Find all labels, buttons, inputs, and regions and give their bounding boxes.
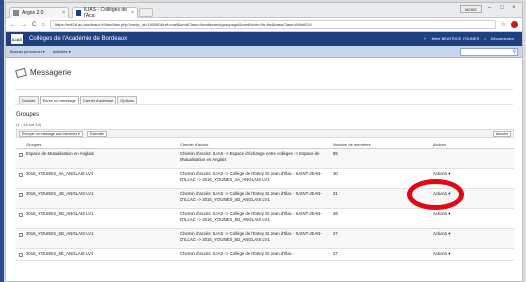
search-icon[interactable]: ⚲ [512,49,516,56]
row-checkbox[interactable] [19,173,23,177]
url-input[interactable]: https://ent2d.ac-bordeaux.fr/ilias/ilias… [49,20,496,29]
table-header: Groupes Chemin d'accès Nombre de membres… [16,141,514,149]
group-path: Chemin d'accès: ILIAS -> Collège de l'Es… [180,251,295,256]
execute-button[interactable]: Exécuter [87,131,107,137]
divider [15,104,513,105]
back-arrow-icon[interactable]: ← [10,22,16,28]
tab-label: Argos 2.0 [22,10,44,16]
browser-window: Argos 2.0 × ILIAS - Collèges de l'Aca × … [5,2,523,282]
group-path: Chemin d'accès: ILIAS -> Collège de l'Es… [180,171,322,182]
settings-icon[interactable]: ✧ [423,36,426,41]
page-title: Messagerie [30,68,72,77]
reload-icon[interactable]: C [32,22,36,28]
group-name[interactable]: Espace de Mutualisation en Anglais [26,151,176,156]
forward-arrow-icon[interactable]: → [21,22,27,28]
new-tab-button[interactable] [139,8,153,17]
favicon-icon [13,10,19,16]
actions-dropdown[interactable]: Actions ▾ [433,251,493,257]
mail-icon [15,67,27,78]
row-checkbox[interactable] [19,253,23,257]
table-row: Espace de Mutualisation en Anglais Chemi… [16,149,514,169]
row-checkbox[interactable] [19,193,23,197]
divider [15,89,513,90]
table-row: 2016_YOUNES_6D_ANGLAIS LV1 Chemin d'accè… [16,229,514,249]
tab-argos[interactable]: Argos 2.0 × [9,7,69,18]
group-path: Chemin d'accès: ILIAS -> Collège de l'Es… [180,211,322,222]
address-bar: ← → C ⌂ https://ent2d.ac-bordeaux.fr/ili… [6,18,522,32]
group-name[interactable]: 2016_YOUNES_6E_ANGLAIS LV1 [26,251,176,256]
logout-link[interactable]: Déconnexion [491,36,514,41]
row-checkbox[interactable] [19,213,23,217]
main-menu: Bureau personnel ▾ Activités ▾ ⚲ [6,46,522,58]
send-to-members-button[interactable]: Envoyer un message aux membres ▾ [19,131,83,137]
member-count: 85 [333,151,338,156]
row-count: (1 - 14 sur 14) [16,122,42,127]
table-row: 2016_YOUNES_6E_ANGLAIS LV1 Chemin d'accè… [16,249,514,261]
minimize-icon[interactable]: – [488,5,491,11]
cancel-button[interactable]: Annuler [492,131,511,137]
ilias-logo[interactable]: ILIAS [11,34,23,44]
actions-dropdown[interactable]: Actions ▾ [433,211,493,217]
left-edge-strip [0,0,4,282]
home-icon[interactable]: ⌂ [41,22,45,28]
member-count: 31 [333,191,338,196]
close-icon[interactable]: × [62,10,65,16]
member-count: 30 [333,171,338,176]
main-content: Messagerie Dossier Écrire un message Car… [6,59,522,281]
row-checkbox[interactable] [19,233,23,237]
extension-icon[interactable] [511,21,518,28]
header-groupes[interactable]: Groupes [26,142,176,147]
maximize-icon[interactable]: □ [500,5,504,11]
actions-dropdown[interactable]: Actions ▾ [433,231,493,237]
site-title: Collèges de l'Académie de Bordeaux [29,36,128,42]
user-name[interactable]: Mme BEATRICE YOUNES [432,36,480,41]
header-user-area: ✧ Mme BEATRICE YOUNES • Déconnexion [423,36,514,41]
tab-label: ILIAS - Collèges de l'Aca [83,7,127,19]
group-path: Chemin d'accès: ILIAS -> Collège de l'Es… [180,231,322,242]
menu-activites[interactable]: Activités ▾ [53,49,71,54]
table-toolbar: Envoyer un message aux membres ▾ Exécute… [16,129,514,138]
member-count: 26 [333,211,338,216]
group-name[interactable]: 2016_YOUNES_4D_ANGLAIS LV1 [26,191,176,196]
header-actions: Actions [433,142,447,147]
group-name[interactable]: 2016_YOUNES_4A_ANGLAIS LV1 [26,171,176,176]
group-path: Chemin d'accès: ILIAS -> Collège de l'Es… [180,191,322,202]
site-header: ILIAS Collèges de l'Académie de Bordeaux… [6,32,522,46]
row-checkbox[interactable] [19,153,23,157]
section-title: Groupes [16,112,40,118]
search-input[interactable]: ⚲ [460,48,518,56]
header-membres[interactable]: Nombre de membres [333,142,393,147]
browser-user-box[interactable]: MOKE [460,5,482,13]
close-window-icon[interactable]: × [512,5,516,11]
menu-bureau-personnel[interactable]: Bureau personnel ▾ [10,49,45,54]
favicon-icon [76,10,81,16]
table-row: 2016_YOUNES_5D_ANGLAIS LV1 Chemin d'accè… [16,209,514,229]
star-icon[interactable]: ☆ [501,21,506,28]
group-path: Chemin d'accès: ILIAS -> Espace d'échang… [180,151,320,162]
header-chemin[interactable]: Chemin d'accès [180,142,330,148]
member-count: 27 [333,251,338,256]
close-icon[interactable]: × [131,10,134,16]
tab-ilias[interactable]: ILIAS - Collèges de l'Aca × [72,7,138,19]
highlight-annotation [407,179,464,210]
tab-bar: Argos 2.0 × ILIAS - Collèges de l'Aca × … [6,3,522,19]
group-name[interactable]: 2016_YOUNES_6D_ANGLAIS LV1 [26,231,176,236]
member-count: 27 [333,231,338,236]
actions-dropdown[interactable]: Actions ▾ [433,171,493,177]
page-heading: Messagerie [15,67,72,78]
group-name[interactable]: 2016_YOUNES_5D_ANGLAIS LV1 [26,211,176,216]
